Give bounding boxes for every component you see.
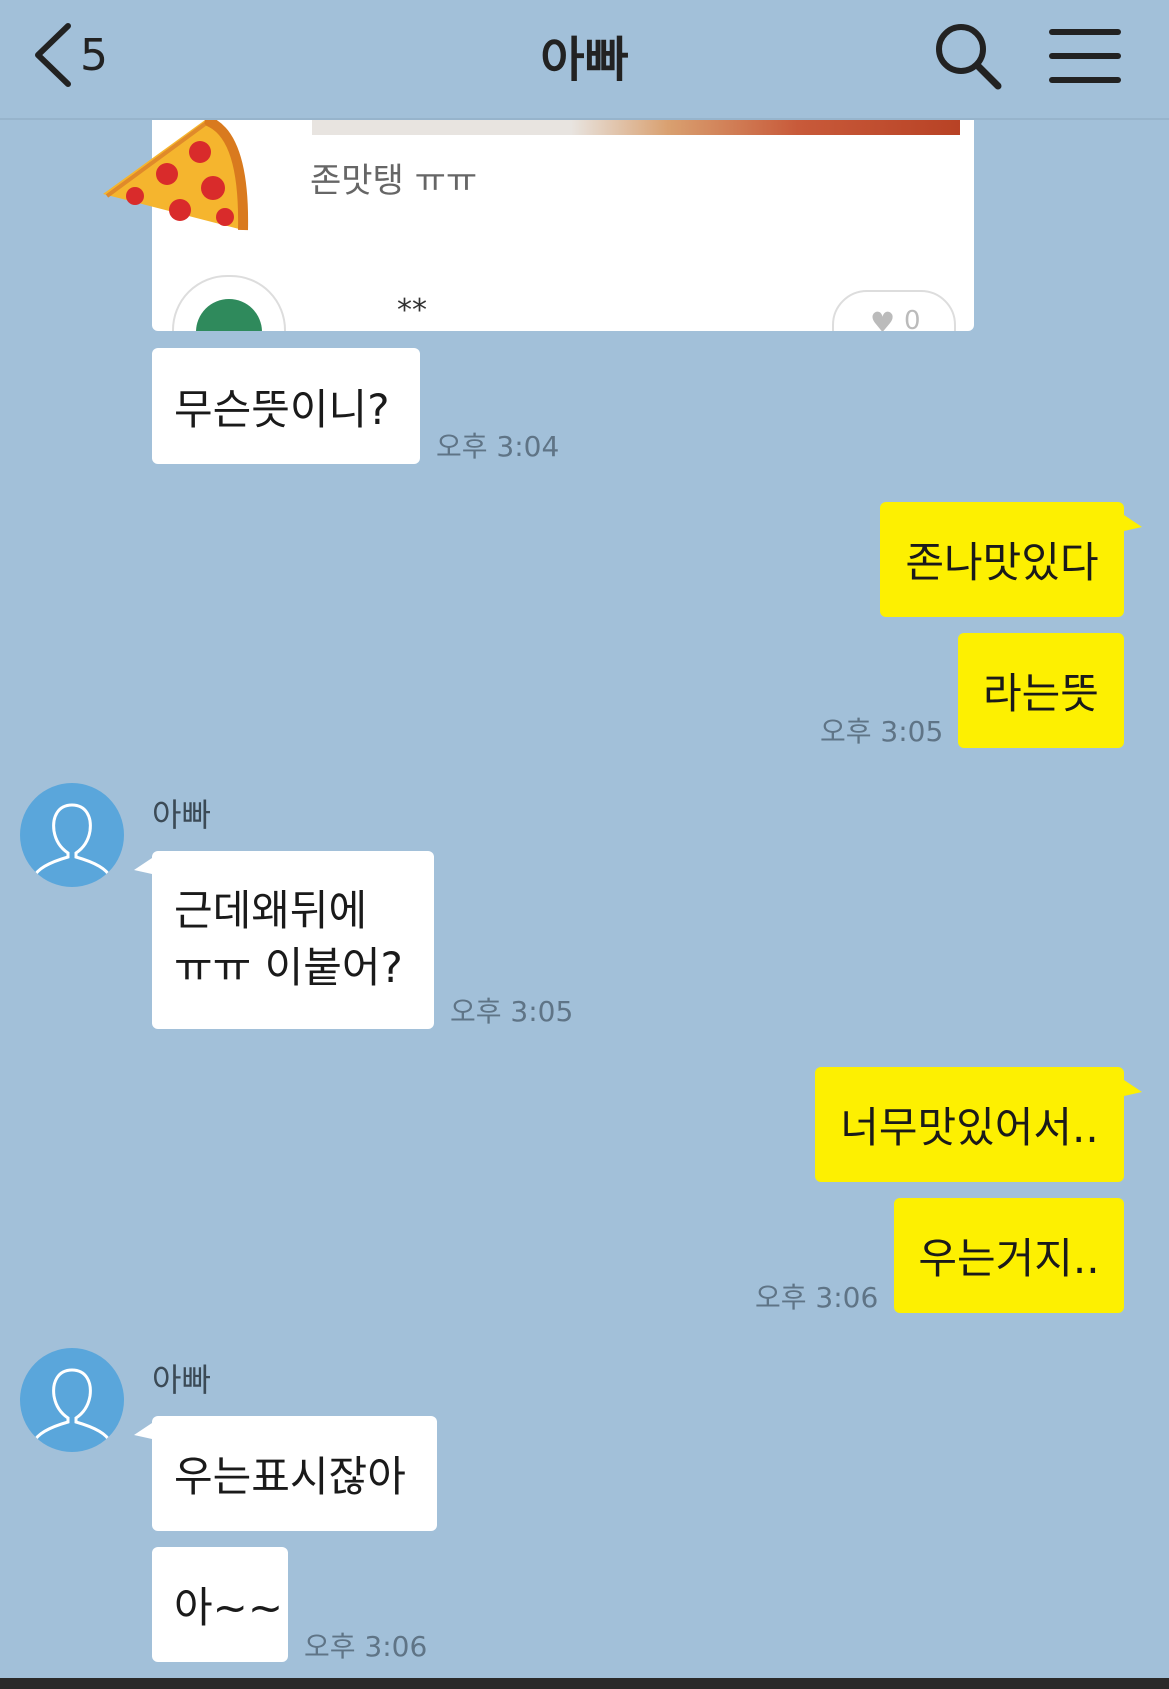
bubble-tail (1124, 515, 1142, 531)
like-count: 0 (904, 306, 921, 331)
message-text: 라는뜻 (983, 669, 1099, 718)
message-text: 우는표시잖아 (174, 1452, 406, 1501)
message-bubble-outgoing[interactable]: 우는거지.. (894, 1198, 1124, 1313)
message-text: 무슨뜻이니? (174, 384, 390, 434)
sender-name: 아빠 (152, 1361, 211, 1399)
post-author-avatar (172, 275, 286, 331)
bubble-tail (134, 1423, 152, 1439)
message-bubble-outgoing[interactable]: 너무맛있어서.. (815, 1067, 1124, 1182)
sender-avatar[interactable] (20, 1348, 124, 1452)
message-bubble-incoming[interactable]: 무슨뜻이니? (152, 348, 420, 464)
post-caption: 존맛탱 ㅠㅠ (310, 161, 478, 201)
bottom-edge (0, 1678, 1169, 1689)
message-text: 아~~ (174, 1583, 284, 1632)
message-bubble-incoming[interactable]: 우는표시잖아 (152, 1416, 437, 1531)
message-text-line: ㅠㅠ 이붙어? (174, 943, 403, 992)
post-author-name: ** (397, 293, 427, 328)
bubble-tail (1124, 1080, 1142, 1096)
message-time: 오후 3:06 (304, 1630, 428, 1663)
sender-avatar[interactable] (20, 783, 124, 887)
person-icon (32, 1368, 112, 1443)
pizza-icon (103, 115, 249, 231)
message-time: 오후 3:04 (436, 430, 560, 463)
message-time: 오후 3:05 (450, 995, 574, 1028)
message-text: 존나맛있다 (905, 538, 1099, 587)
chat-header: 5 아빠 (0, 0, 1169, 120)
person-icon (32, 803, 112, 878)
message-text: 너무맛있어서.. (840, 1103, 1099, 1152)
message-time: 오후 3:05 (820, 715, 944, 748)
message-bubble-outgoing[interactable]: 존나맛있다 (880, 502, 1124, 617)
heart-icon: ♥ (870, 306, 896, 331)
message-bubble-outgoing[interactable]: 라는뜻 (958, 633, 1124, 748)
shared-post-card[interactable]: 존맛탱 ㅠㅠ ** ♥ 0 (152, 115, 974, 331)
message-bubble-incoming[interactable]: 근데왜뒤에 ㅠㅠ 이붙어? (152, 851, 434, 1029)
like-button[interactable]: ♥ 0 (832, 290, 956, 331)
search-button[interactable] (930, 18, 1006, 94)
message-bubble-incoming[interactable]: 아~~ (152, 1547, 288, 1662)
menu-button[interactable] (1048, 18, 1124, 94)
bubble-tail (134, 858, 152, 874)
message-time: 오후 3:06 (755, 1281, 879, 1314)
sender-name: 아빠 (152, 796, 211, 834)
hamburger-menu-icon (1049, 29, 1121, 83)
search-icon (936, 24, 1002, 90)
message-text: 우는거지.. (918, 1234, 1100, 1283)
message-text-line: 근데왜뒤에 (174, 886, 368, 936)
